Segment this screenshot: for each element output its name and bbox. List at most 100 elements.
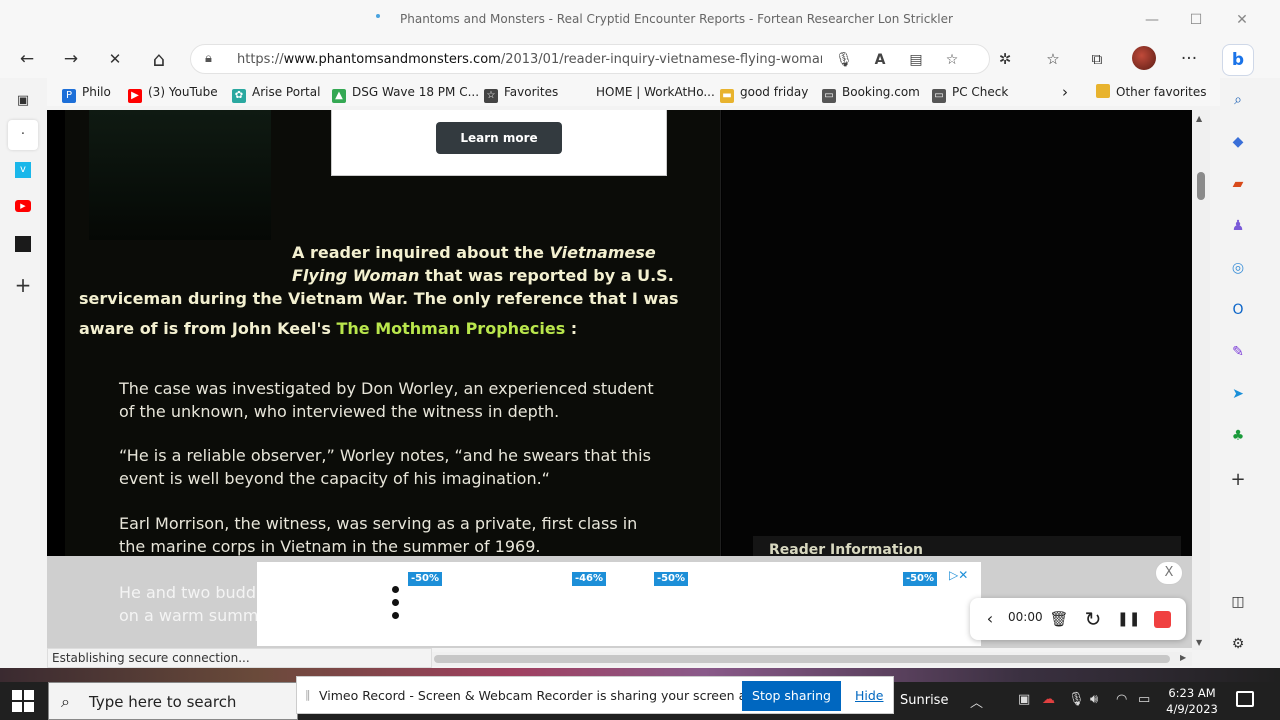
volume-icon[interactable]: 🔊︎ [1090,692,1098,707]
clock-time: 6:23 AM [1168,686,1216,700]
close-window-button[interactable]: ✕ [1230,8,1254,32]
meet-now-icon[interactable]: ▣ [1018,692,1030,707]
ad-box: Learn more [331,110,667,176]
favorite-favorites-folder[interactable]: ☆ Favorites [484,83,558,103]
stop-sharing-button[interactable]: Stop sharing [742,681,841,711]
stop-recording-icon[interactable] [1154,611,1171,628]
designer-icon[interactable]: ✎ [1228,342,1248,362]
collections-icon[interactable]: ⧉ [1084,47,1110,71]
minimize-button[interactable]: — [1140,8,1164,32]
microphone-icon[interactable]: 🎙︎ [1068,692,1085,707]
scrollbar-thumb[interactable] [434,655,1170,663]
learn-more-button[interactable]: Learn more [436,122,562,154]
favorite-dsg-wave[interactable]: ▲ DSG Wave 18 PM C... [332,83,479,103]
notifications-icon[interactable] [1236,691,1254,707]
extensions-icon[interactable]: ✲ [992,47,1018,71]
vimeo-tab-icon[interactable]: v [15,162,31,178]
tab-current[interactable]: · [8,120,38,150]
games-icon[interactable]: ♟ [1228,216,1248,236]
favorite-youtube[interactable]: ▶ (3) YouTube [128,83,218,103]
intro-line-1: A reader inquired about the Vietnamese [292,243,656,262]
restart-icon[interactable]: ↻ [1082,608,1104,630]
scroll-right-icon[interactable]: ▶ [1180,653,1186,662]
scroll-up-icon[interactable]: ▲ [1196,114,1202,123]
favorites-bar: P Philo ▶ (3) YouTube ✿ Arise Portal ▲ DSG W… [0,78,1220,106]
scrollbar-thumb[interactable] [1197,172,1205,200]
delete-icon[interactable]: 🗑 [1048,608,1070,630]
bing-icon[interactable]: b [1222,44,1254,76]
other-favorites[interactable]: Other favorites [1096,83,1207,101]
windows-start-icon[interactable] [12,690,34,712]
split-screen-icon[interactable]: ◫ [1228,592,1248,612]
discount-badge[interactable]: -50% [408,572,442,586]
favorite-philo[interactable]: P Philo [62,83,111,103]
outlook-icon[interactable]: O [1228,300,1248,320]
forward-button[interactable]: → [58,47,84,71]
immersive-reader-icon[interactable]: ▤ [905,49,927,71]
cloud-status-icon[interactable]: ☁ [1042,692,1055,707]
favorite-arise-portal[interactable]: ✿ Arise Portal [232,83,320,103]
more-favorites-chevron-icon[interactable]: › [1062,83,1068,101]
drag-handle-icon[interactable]: ‖ [305,688,311,701]
back-button[interactable]: ← [14,47,40,71]
favorite-good-friday[interactable]: ▬ good friday [720,83,808,103]
tools-icon[interactable]: ▰ [1228,174,1248,194]
new-tab-icon[interactable]: + [12,274,34,296]
youtube-tab-icon[interactable]: ▶ [15,200,31,212]
site-tab-icon[interactable] [15,236,31,252]
show-hidden-icons-chevron-icon[interactable]: ︿ [970,692,983,711]
close-ad-button[interactable]: X [1155,561,1183,585]
settings-gear-icon[interactable]: ⚙ [1228,634,1248,654]
search-icon[interactable]: ⌕ [1228,90,1248,110]
horizontal-scrollbar[interactable]: ▶ [432,652,1192,666]
search-icon: ⌕ [61,692,70,711]
add-sidebar-icon[interactable]: + [1228,470,1248,490]
maximize-button[interactable]: ☐ [1184,8,1208,32]
favorite-pc-check[interactable]: ▭ PC Check [932,83,1008,103]
tree-icon[interactable]: ♣ [1228,426,1248,446]
microphone-icon[interactable]: 🎙︎ [833,49,855,71]
arise-icon: ✿ [232,89,246,103]
add-favorite-icon[interactable]: ☆ [941,49,963,71]
favorite-booking[interactable]: ▭ Booking.com [822,83,920,103]
favorite-workathome[interactable]: HOME | WorkAtHo... [576,83,715,101]
search-placeholder: Type here to search [89,693,237,711]
article-column: Learn more A reader inquired about the V… [65,110,721,556]
send-icon[interactable]: ➤ [1228,384,1248,404]
address-bar[interactable]: 🔒︎ https://www.phantomsandmonsters.com/2… [190,44,990,74]
weather-widget[interactable]: Sunrise [900,693,948,708]
discount-badge[interactable]: -50% [654,572,688,586]
page-icon: ▭ [932,89,946,103]
profile-avatar[interactable] [1132,46,1156,70]
discount-badge[interactable]: -46% [572,572,606,586]
discount-badge[interactable]: -50% [903,572,937,586]
pause-icon[interactable]: ❚❚ [1117,608,1140,630]
hide-sharing-link[interactable]: Hide [855,688,884,703]
clock-date: 4/9/2023 [1166,702,1218,716]
stop-loading-button[interactable]: ✕ [102,47,128,71]
blank-page-icon [576,84,590,98]
url-text[interactable]: https://www.phantomsandmonsters.com/2013… [237,52,822,67]
sidebar-column [722,110,1192,556]
recording-timer: 00:00 [1008,610,1043,624]
mothman-prophecies-link[interactable]: The Mothman Prophecies [336,319,565,338]
read-aloud-icon[interactable]: A [869,49,891,71]
adchoices-icon[interactable]: ▷✕ [949,568,968,582]
google-drive-icon: ▲ [332,89,346,103]
microsoft-365-icon[interactable]: ◎ [1228,258,1248,278]
collapse-chevron-icon[interactable]: ‹ [979,608,1001,630]
lock-icon[interactable]: 🔒︎ [205,51,212,66]
shopping-tag-icon[interactable]: ◆ [1228,132,1248,152]
ad-banner[interactable]: -50% -46% -50% -50% ▷✕ [257,562,981,646]
vertical-scrollbar[interactable]: ▲ ▼ [1192,110,1210,650]
tab-actions-icon[interactable]: ▣ [12,90,34,112]
home-button[interactable]: ⌂ [146,47,172,71]
taskbar-clock[interactable]: 6:23 AM 4/9/2023 [1166,685,1218,717]
battery-icon[interactable]: ▭ [1138,692,1150,707]
more-options-icon[interactable] [392,586,400,625]
menu-button[interactable]: ··· [1176,47,1202,71]
favorites-icon[interactable]: ☆ [1040,47,1066,71]
taskbar-search[interactable]: ⌕ Type here to search [48,682,298,720]
scroll-down-icon[interactable]: ▼ [1196,638,1202,647]
wifi-icon[interactable]: ◠ [1116,692,1127,707]
